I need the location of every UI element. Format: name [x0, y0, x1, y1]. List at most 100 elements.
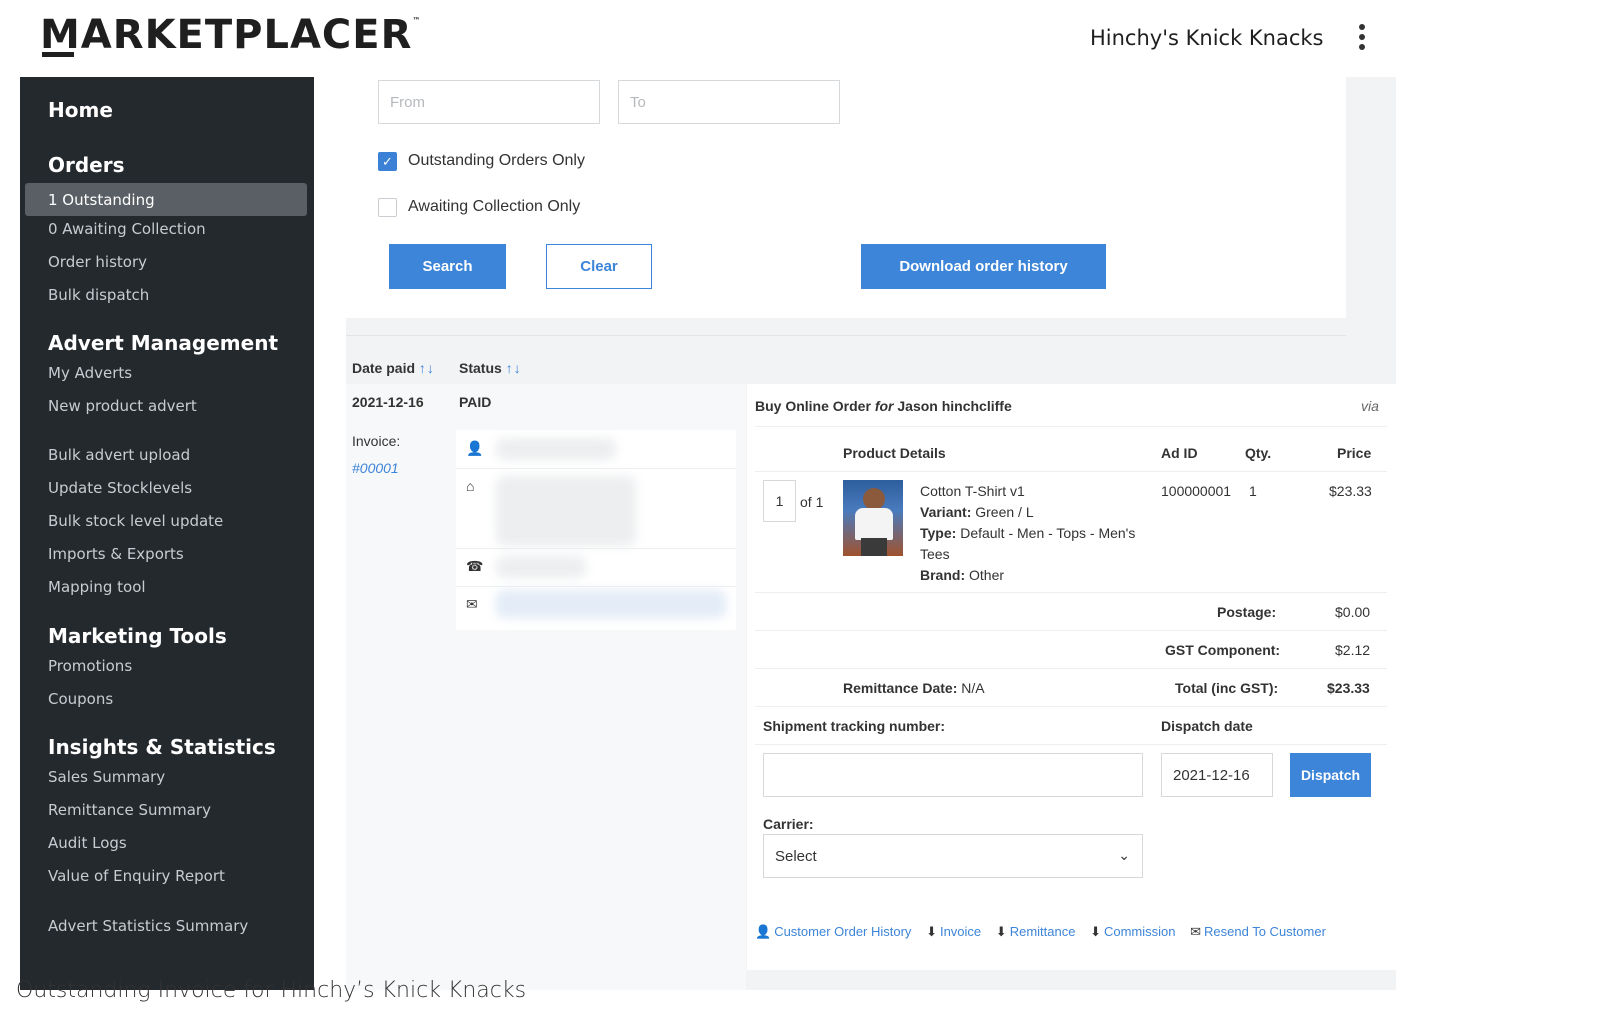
- order-action-links: 👤 Customer Order History ⬇ Invoice ⬇ Remitt…: [755, 924, 1337, 940]
- sidebar-item-bulk-dispatch[interactable]: Bulk dispatch: [48, 286, 149, 304]
- invoice-download-link[interactable]: Invoice: [940, 924, 981, 939]
- sidebar-item-advert-statistics-summary[interactable]: Advert Statistics Summary: [48, 917, 248, 935]
- dispatch-button[interactable]: Dispatch: [1290, 753, 1371, 797]
- tracking-number-input[interactable]: [763, 753, 1143, 797]
- product-variant: Variant: Green / L: [920, 504, 1034, 520]
- date-to-input[interactable]: To: [618, 80, 840, 124]
- awaiting-collection-checkbox[interactable]: [378, 198, 397, 217]
- line-item-of: of 1: [800, 494, 824, 510]
- divider: [755, 592, 1387, 593]
- line-item-number: 1: [763, 480, 796, 522]
- redacted-name: [496, 438, 616, 460]
- dispatch-date-label: Dispatch date: [1161, 718, 1253, 734]
- col-ad-id: Ad ID: [1161, 445, 1198, 461]
- sidebar-item-value-of-enquiry-report[interactable]: Value of Enquiry Report: [48, 867, 225, 885]
- sidebar-item-promotions[interactable]: Promotions: [48, 657, 132, 675]
- carrier-select-value: Select: [775, 847, 817, 865]
- col-product-details: Product Details: [843, 445, 946, 461]
- email-icon: ✉: [466, 596, 478, 612]
- divider: [755, 630, 1387, 631]
- image-caption: Outstanding Invoice for Hinchy’s Knick K…: [16, 978, 527, 1003]
- chevron-down-icon: ⌄: [1118, 847, 1130, 863]
- sort-arrows-icon[interactable]: ↑↓: [506, 360, 522, 376]
- redacted-phone: [496, 556, 586, 578]
- redacted-email: [496, 590, 726, 618]
- sidebar-home[interactable]: Home: [48, 98, 113, 122]
- col-qty: Qty.: [1245, 445, 1272, 461]
- sidebar-item-mapping-tool[interactable]: Mapping tool: [48, 578, 146, 596]
- date-paid-header[interactable]: Date paid ↑↓: [352, 360, 435, 376]
- product-name: Cotton T-Shirt v1: [920, 483, 1025, 499]
- marketplacer-logo[interactable]: MARKETPLACER™: [40, 12, 421, 58]
- invoice-link[interactable]: #00001: [352, 460, 399, 476]
- order-title: Buy Online Order for Jason hinchcliffe: [755, 398, 1012, 414]
- sidebar-section-insights: Insights & Statistics: [48, 735, 276, 759]
- logo-underline: [42, 52, 74, 57]
- email-icon: ✉: [1190, 924, 1202, 939]
- divider: [755, 426, 1387, 427]
- outstanding-only-checkbox[interactable]: ✓: [378, 152, 397, 171]
- sidebar-item-imports-exports[interactable]: Imports & Exports: [48, 545, 184, 563]
- sidebar-item-coupons[interactable]: Coupons: [48, 690, 113, 708]
- download-order-history-button[interactable]: Download order history: [861, 244, 1106, 289]
- sidebar-section-marketing-tools: Marketing Tools: [48, 624, 227, 648]
- product-type-cont: Tees: [920, 546, 950, 562]
- status-header[interactable]: Status ↑↓: [459, 360, 522, 376]
- page: MARKETPLACER™ Hinchy's Knick Knacks Home…: [0, 0, 1597, 1028]
- col-price: Price: [1337, 445, 1372, 461]
- divider: [755, 471, 1387, 472]
- gst-label: GST Component:: [1165, 642, 1281, 658]
- more-options-icon[interactable]: [1358, 24, 1366, 50]
- download-icon: ⬇: [1090, 924, 1101, 939]
- remittance-download-link[interactable]: Remittance: [1010, 924, 1076, 939]
- divider: [456, 548, 736, 549]
- sidebar-item-sales-summary[interactable]: Sales Summary: [48, 768, 165, 786]
- user-icon: 👤: [755, 924, 772, 939]
- user-icon: 👤: [466, 440, 484, 456]
- resend-to-customer-link[interactable]: Resend To Customer: [1204, 924, 1326, 939]
- sort-arrows-icon[interactable]: ↑↓: [419, 360, 435, 376]
- postage-value: $0.00: [1335, 604, 1371, 620]
- commission-download-link[interactable]: Commission: [1104, 924, 1176, 939]
- outstanding-only-label: Outstanding Orders Only: [408, 152, 585, 169]
- dispatch-date-input[interactable]: 2021-12-16: [1161, 753, 1273, 797]
- sidebar-item-update-stocklevels[interactable]: Update Stocklevels: [48, 479, 192, 497]
- sidebar-item-outstanding[interactable]: 1 Outstanding: [25, 183, 307, 216]
- divider: [755, 744, 1387, 745]
- product-image[interactable]: [843, 480, 903, 556]
- filter-card: From To ✓ Outstanding Orders Only Awaiti…: [346, 77, 1346, 318]
- sidebar-item-bulk-advert-upload[interactable]: Bulk advert upload: [48, 446, 190, 464]
- main-content: From To ✓ Outstanding Orders Only Awaiti…: [346, 77, 1396, 990]
- invoice-label: Invoice:: [352, 433, 401, 449]
- sidebar: Home Orders 1 Outstanding 0 Awaiting Col…: [20, 77, 314, 990]
- order-summary-column: 2021-12-16 PAID Invoice: #00001 👤 ⌂ ☎ ✉: [346, 384, 746, 990]
- divider: [456, 468, 736, 469]
- sidebar-item-audit-logs[interactable]: Audit Logs: [48, 834, 127, 852]
- sidebar-item-new-product-advert[interactable]: New product advert: [48, 397, 197, 415]
- awaiting-collection-label: Awaiting Collection Only: [408, 198, 581, 215]
- carrier-label: Carrier:: [763, 816, 814, 832]
- sidebar-item-bulk-stock-level-update[interactable]: Bulk stock level update: [48, 512, 223, 530]
- search-button[interactable]: Search: [389, 244, 506, 289]
- sidebar-item-order-history[interactable]: Order history: [48, 253, 147, 271]
- product-brand: Brand: Other: [920, 567, 1005, 583]
- total-value: $23.33: [1327, 680, 1370, 696]
- gst-value: $2.12: [1335, 642, 1371, 658]
- sidebar-item-my-adverts[interactable]: My Adverts: [48, 364, 132, 382]
- download-icon: ⬇: [995, 924, 1007, 939]
- date-from-input[interactable]: From: [378, 80, 600, 124]
- status-value: PAID: [459, 394, 492, 410]
- customer-order-history-link[interactable]: Customer Order History: [774, 924, 911, 939]
- clear-button[interactable]: Clear: [546, 244, 652, 289]
- download-icon: ⬇: [926, 924, 937, 939]
- sidebar-item-remittance-summary[interactable]: Remittance Summary: [48, 801, 211, 819]
- sidebar-section-orders: Orders: [48, 153, 125, 177]
- divider: [755, 706, 1387, 707]
- total-label: Total (inc GST):: [1175, 680, 1279, 696]
- order-details-panel: Buy Online Order for Jason hinchcliffe v…: [747, 384, 1396, 970]
- sidebar-item-awaiting-collection[interactable]: 0 Awaiting Collection: [48, 220, 206, 238]
- carrier-select[interactable]: Select ⌄: [763, 834, 1143, 878]
- ad-id-value: 100000001: [1161, 483, 1232, 499]
- date-paid-value: 2021-12-16: [352, 394, 424, 410]
- phone-icon: ☎: [466, 558, 484, 574]
